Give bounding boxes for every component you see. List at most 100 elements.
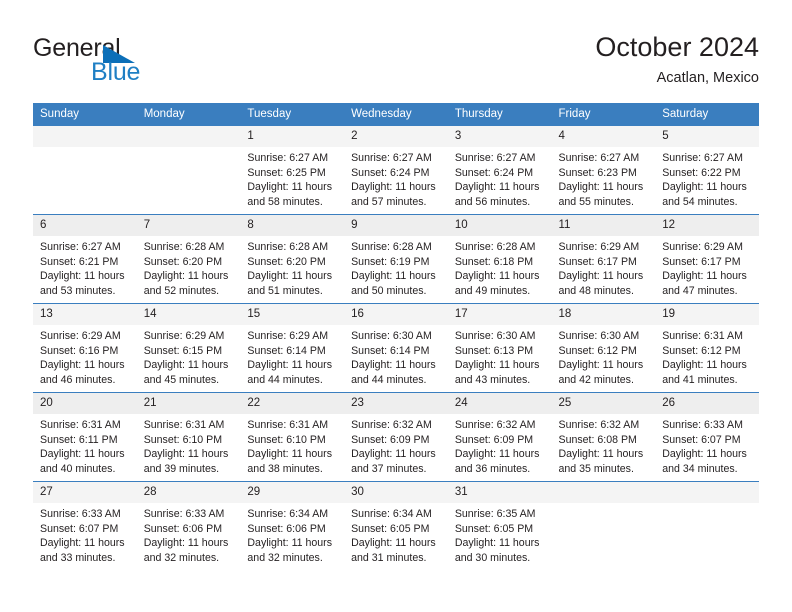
daylight-text: Daylight: 11 hours and 39 minutes. [143, 448, 229, 475]
day-number [655, 482, 759, 503]
sunset-text: Sunset: 6:17 PM [558, 255, 637, 268]
sunset-text: Sunset: 6:12 PM [662, 344, 741, 357]
sunrise-text: Sunrise: 6:33 AM [143, 508, 225, 520]
calendar-day-cell[interactable]: 6 Sunrise: 6:27 AM Sunset: 6:21 PM Daylight… [33, 214, 137, 304]
weekday-header-saturday: Saturday [655, 103, 759, 126]
calendar-day-cell[interactable]: 31 Sunrise: 6:35 AM Sunset: 6:05 PM Dayligh… [447, 481, 552, 571]
sunset-text: Sunset: 6:25 PM [247, 166, 326, 179]
day-details: Sunrise: 6:30 AM Sunset: 6:12 PM Daylight:… [552, 325, 656, 387]
day-details: Sunrise: 6:32 AM Sunset: 6:09 PM Daylight:… [448, 414, 552, 476]
day-details: Sunrise: 6:28 AM Sunset: 6:18 PM Daylight:… [448, 236, 552, 298]
sunset-text: Sunset: 6:18 PM [454, 255, 534, 268]
day-number: 15 [240, 304, 345, 325]
sunset-text: Sunset: 6:20 PM [247, 255, 326, 268]
day-details: Sunrise: 6:29 AM Sunset: 6:16 PM Daylight:… [33, 325, 137, 387]
calendar-day-cell[interactable]: 8 Sunrise: 6:28 AM Sunset: 6:20 PM Daylight… [240, 214, 345, 304]
calendar-day-cell[interactable]: 14 Sunrise: 6:29 AM Sunset: 6:15 PM Dayligh… [136, 303, 241, 393]
sunset-text: Sunset: 6:09 PM [351, 433, 430, 446]
day-number [136, 126, 241, 147]
calendar-day-cell[interactable]: 4 Sunrise: 6:27 AM Sunset: 6:23 PM Daylight… [551, 125, 656, 215]
daylight-text: Daylight: 11 hours and 52 minutes. [143, 270, 229, 297]
sunrise-text: Sunrise: 6:28 AM [454, 241, 536, 253]
calendar-day-cell[interactable]: 30 Sunrise: 6:34 AM Sunset: 6:05 PM Dayligh… [344, 481, 448, 571]
calendar-day-cell[interactable]: 27 Sunrise: 6:33 AM Sunset: 6:07 PM Dayligh… [33, 481, 137, 571]
day-details: Sunrise: 6:28 AM Sunset: 6:20 PM Daylight:… [137, 236, 241, 298]
page-header: General Blue October 2024 Acatlan, Mexic… [33, 30, 759, 92]
day-number: 22 [240, 393, 345, 414]
calendar-day-cell-empty [655, 481, 759, 571]
weekday-header-friday: Friday [551, 103, 656, 126]
calendar-day-cell[interactable]: 9 Sunrise: 6:28 AM Sunset: 6:19 PM Daylight… [344, 214, 448, 304]
sunrise-text: Sunrise: 6:29 AM [662, 241, 743, 253]
day-details: Sunrise: 6:29 AM Sunset: 6:14 PM Daylight:… [240, 325, 344, 387]
calendar-week-row: 6 Sunrise: 6:27 AM Sunset: 6:21 PM Daylight… [33, 214, 759, 304]
general-blue-logo: General Blue [33, 34, 253, 90]
calendar-day-cell[interactable]: 24 Sunrise: 6:32 AM Sunset: 6:09 PM Dayligh… [447, 392, 552, 482]
weekday-header-sunday: Sunday [33, 103, 137, 126]
daylight-text: Daylight: 11 hours and 49 minutes. [454, 270, 540, 297]
sunset-text: Sunset: 6:08 PM [558, 433, 637, 446]
day-number: 13 [33, 304, 137, 325]
calendar-day-cell[interactable]: 13 Sunrise: 6:29 AM Sunset: 6:16 PM Dayligh… [33, 303, 137, 393]
calendar-week-row: 27 Sunrise: 6:33 AM Sunset: 6:07 PM Dayligh… [33, 481, 759, 571]
calendar-day-cell[interactable]: 10 Sunrise: 6:28 AM Sunset: 6:18 PM Dayligh… [447, 214, 552, 304]
daylight-text: Daylight: 11 hours and 40 minutes. [40, 448, 125, 475]
calendar-day-cell[interactable]: 3 Sunrise: 6:27 AM Sunset: 6:24 PM Daylight… [447, 125, 552, 215]
sunrise-text: Sunrise: 6:32 AM [351, 419, 432, 431]
day-number: 23 [344, 393, 448, 414]
day-number: 31 [447, 482, 552, 503]
calendar-day-cell[interactable]: 26 Sunrise: 6:33 AM Sunset: 6:07 PM Dayligh… [655, 392, 759, 482]
sunrise-text: Sunrise: 6:29 AM [40, 330, 121, 342]
day-details: Sunrise: 6:31 AM Sunset: 6:10 PM Daylight:… [137, 414, 241, 476]
day-number: 21 [136, 393, 241, 414]
day-number: 10 [447, 215, 552, 236]
calendar-day-cell[interactable]: 18 Sunrise: 6:30 AM Sunset: 6:12 PM Dayligh… [551, 303, 656, 393]
sunrise-text: Sunrise: 6:34 AM [247, 508, 329, 520]
calendar-day-cell[interactable]: 2 Sunrise: 6:27 AM Sunset: 6:24 PM Daylight… [344, 125, 448, 215]
calendar-day-cell[interactable]: 12 Sunrise: 6:29 AM Sunset: 6:17 PM Dayligh… [655, 214, 759, 304]
calendar-day-cell[interactable]: 11 Sunrise: 6:29 AM Sunset: 6:17 PM Dayligh… [551, 214, 656, 304]
page-title: October 2024 [595, 32, 759, 62]
sunset-text: Sunset: 6:10 PM [247, 433, 326, 446]
sunset-text: Sunset: 6:15 PM [143, 344, 223, 357]
day-number: 14 [136, 304, 241, 325]
calendar-day-cell[interactable]: 5 Sunrise: 6:27 AM Sunset: 6:22 PM Daylight… [655, 125, 759, 215]
sunrise-text: Sunrise: 6:27 AM [247, 152, 329, 164]
day-number: 30 [344, 482, 448, 503]
day-details: Sunrise: 6:28 AM Sunset: 6:20 PM Daylight:… [240, 236, 344, 298]
sunset-text: Sunset: 6:12 PM [558, 344, 637, 357]
day-details: Sunrise: 6:33 AM Sunset: 6:06 PM Daylight:… [137, 503, 241, 565]
daylight-text: Daylight: 11 hours and 47 minutes. [662, 270, 747, 297]
day-details: Sunrise: 6:27 AM Sunset: 6:23 PM Daylight:… [552, 147, 656, 209]
day-number: 19 [655, 304, 759, 325]
calendar-day-cell[interactable]: 7 Sunrise: 6:28 AM Sunset: 6:20 PM Daylight… [136, 214, 241, 304]
day-details: Sunrise: 6:32 AM Sunset: 6:09 PM Daylight:… [344, 414, 448, 476]
calendar-header-row: Sunday Monday Tuesday Wednesday Thursday Frid… [33, 103, 759, 126]
calendar-table: Sunday Monday Tuesday Wednesday Thursday Frid… [33, 103, 759, 571]
day-number: 28 [136, 482, 241, 503]
calendar-day-cell[interactable]: 22 Sunrise: 6:31 AM Sunset: 6:10 PM Dayligh… [240, 392, 345, 482]
calendar-day-cell[interactable]: 19 Sunrise: 6:31 AM Sunset: 6:12 PM Dayligh… [655, 303, 759, 393]
calendar-day-cell[interactable]: 20 Sunrise: 6:31 AM Sunset: 6:11 PM Dayligh… [33, 392, 137, 482]
calendar-day-cell[interactable]: 28 Sunrise: 6:33 AM Sunset: 6:06 PM Dayligh… [136, 481, 241, 571]
day-number: 4 [551, 126, 656, 147]
day-number: 25 [551, 393, 656, 414]
calendar-day-cell[interactable]: 1 Sunrise: 6:27 AM Sunset: 6:25 PM Daylight… [240, 125, 345, 215]
calendar-day-cell[interactable]: 21 Sunrise: 6:31 AM Sunset: 6:10 PM Dayligh… [136, 392, 241, 482]
day-details: Sunrise: 6:30 AM Sunset: 6:13 PM Daylight:… [448, 325, 552, 387]
day-details: Sunrise: 6:33 AM Sunset: 6:07 PM Daylight:… [33, 503, 137, 565]
day-details: Sunrise: 6:28 AM Sunset: 6:19 PM Daylight:… [344, 236, 448, 298]
sunset-text: Sunset: 6:05 PM [351, 522, 430, 535]
calendar-day-cell[interactable]: 16 Sunrise: 6:30 AM Sunset: 6:14 PM Dayligh… [344, 303, 448, 393]
calendar-day-cell[interactable]: 25 Sunrise: 6:32 AM Sunset: 6:08 PM Dayligh… [551, 392, 656, 482]
sunset-text: Sunset: 6:24 PM [351, 166, 430, 179]
day-number: 8 [240, 215, 345, 236]
sunrise-text: Sunrise: 6:29 AM [247, 330, 329, 342]
calendar-day-cell[interactable]: 15 Sunrise: 6:29 AM Sunset: 6:14 PM Dayligh… [240, 303, 345, 393]
day-details: Sunrise: 6:32 AM Sunset: 6:08 PM Daylight:… [552, 414, 656, 476]
calendar-day-cell[interactable]: 29 Sunrise: 6:34 AM Sunset: 6:06 PM Dayligh… [240, 481, 345, 571]
day-number: 18 [551, 304, 656, 325]
calendar-day-cell[interactable]: 17 Sunrise: 6:30 AM Sunset: 6:13 PM Dayligh… [447, 303, 552, 393]
calendar-day-cell[interactable]: 23 Sunrise: 6:32 AM Sunset: 6:09 PM Dayligh… [344, 392, 448, 482]
daylight-text: Daylight: 11 hours and 45 minutes. [143, 359, 229, 386]
